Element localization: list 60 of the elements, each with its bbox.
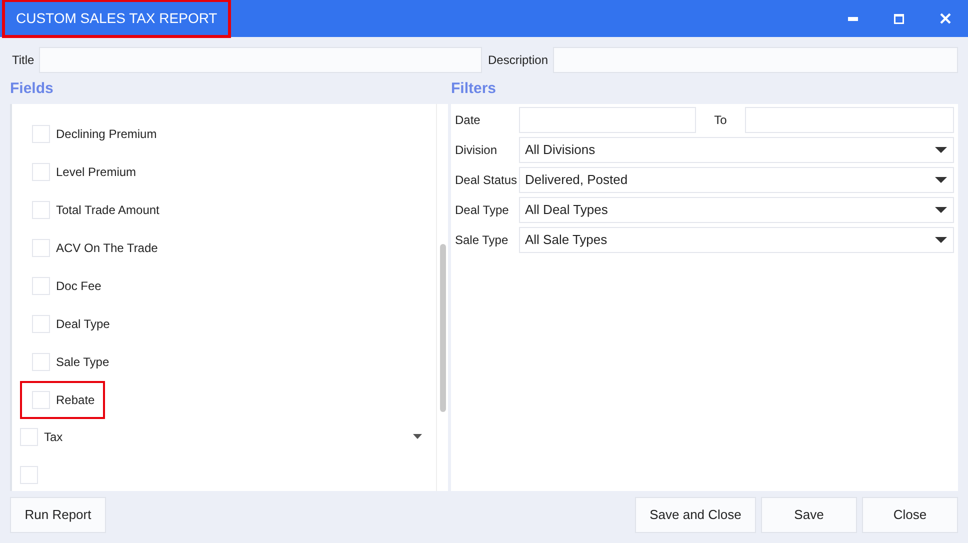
checkbox[interactable] xyxy=(32,239,50,257)
field-item[interactable]: Total Trade Amount xyxy=(20,191,170,229)
checkbox[interactable] xyxy=(32,315,50,333)
caret-icon xyxy=(935,237,947,243)
caret-icon xyxy=(935,147,947,153)
field-item[interactable]: Declining Premium xyxy=(20,115,167,153)
field-label: Level Premium xyxy=(56,164,136,181)
filter-label: Division xyxy=(455,142,498,159)
field-item[interactable]: Doc Fee xyxy=(20,267,112,305)
field-item[interactable]: Level Premium xyxy=(20,153,146,191)
filter-label: Sale Type xyxy=(455,232,510,249)
filter-label: Date xyxy=(455,112,482,129)
window-title: CUSTOM SALES TAX REPORT xyxy=(2,0,232,38)
date-input[interactable] xyxy=(745,107,954,133)
field-label: ACV On The Trade xyxy=(56,240,158,257)
title-input[interactable] xyxy=(39,47,482,73)
checkbox[interactable] xyxy=(20,466,38,484)
date-input[interactable] xyxy=(519,107,696,133)
field-item[interactable]: Deal Type xyxy=(20,305,120,343)
section-heading: Fields xyxy=(10,79,54,99)
checkbox[interactable] xyxy=(32,201,50,219)
caret-icon[interactable] xyxy=(413,434,422,440)
checkbox[interactable] xyxy=(32,277,50,295)
caret-icon xyxy=(935,207,947,213)
description-input[interactable] xyxy=(553,47,958,73)
field-item[interactable]: Sale Type xyxy=(20,343,120,381)
field-group-label: Tax xyxy=(44,428,64,446)
dialog-button[interactable]: Save and Close xyxy=(635,497,756,533)
checkbox[interactable] xyxy=(32,163,50,181)
field-label: Rebate xyxy=(56,392,95,409)
checkbox[interactable] xyxy=(32,125,50,143)
dropdown[interactable]: All Divisions xyxy=(519,137,954,163)
field-item[interactable]: Rebate xyxy=(20,381,105,419)
checkbox[interactable] xyxy=(32,353,50,371)
field-label: Sale Type xyxy=(56,354,110,371)
run-report-button[interactable]: Run Report xyxy=(10,497,106,533)
section-heading: Filters xyxy=(451,79,498,99)
filter-label: Deal Type xyxy=(455,202,510,219)
close-icon xyxy=(940,13,950,24)
maximize-icon xyxy=(894,14,904,24)
field-label: Description xyxy=(487,52,550,69)
scrollbar-thumb[interactable] xyxy=(440,244,446,412)
field-label: Declining Premium xyxy=(56,126,157,143)
dropdown[interactable]: All Sale Types xyxy=(519,227,954,253)
dropdown[interactable]: Delivered, Posted xyxy=(519,167,954,193)
dialog-button[interactable]: Close xyxy=(862,497,958,533)
checkbox[interactable] xyxy=(32,391,50,409)
dialog-button[interactable]: Save xyxy=(761,497,857,533)
minimize-icon xyxy=(848,16,858,20)
filter-label: To xyxy=(713,112,728,129)
filter-label: Deal Status xyxy=(455,172,518,189)
field-label: Title xyxy=(11,52,36,69)
caret-icon xyxy=(935,177,947,183)
field-label: Total Trade Amount xyxy=(56,202,160,219)
field-label: Deal Type xyxy=(56,316,110,333)
dropdown[interactable]: All Deal Types xyxy=(519,197,954,223)
checkbox[interactable] xyxy=(20,428,38,446)
field-item[interactable]: ACV On The Trade xyxy=(20,229,168,267)
field-label: Doc Fee xyxy=(56,278,102,295)
scrollbar[interactable] xyxy=(436,104,448,491)
